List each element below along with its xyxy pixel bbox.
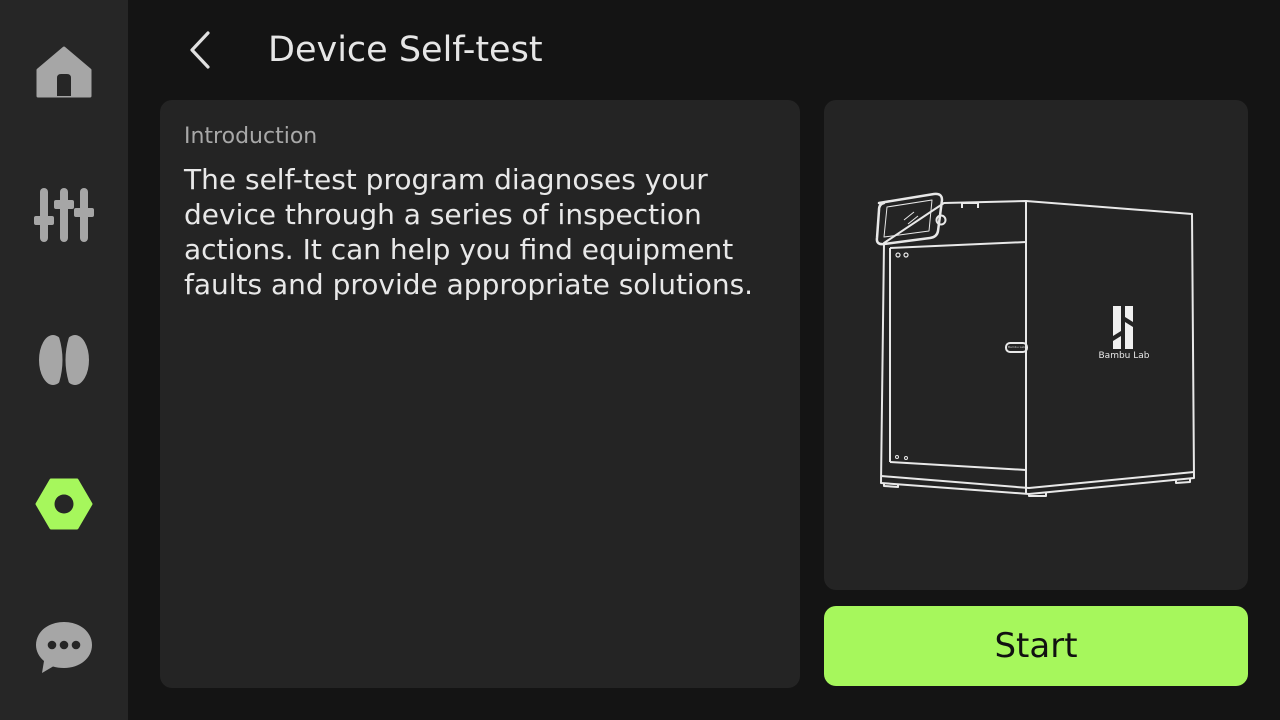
sidebar-item-messages[interactable] xyxy=(0,598,128,698)
intro-heading: Introduction xyxy=(184,124,318,149)
intro-card: Introduction The self-test program diagn… xyxy=(160,100,800,688)
sidebar xyxy=(0,0,128,720)
sidebar-item-filament[interactable] xyxy=(0,310,128,410)
start-button[interactable]: Start xyxy=(824,606,1248,686)
bambu-logo xyxy=(1113,306,1133,349)
sidebar-item-home[interactable] xyxy=(0,22,128,122)
brand-label: Bambu Lab xyxy=(1098,351,1150,361)
intro-body: The self-test program diagnoses your dev… xyxy=(184,163,754,301)
sidebar-item-settings[interactable] xyxy=(0,454,128,554)
controls-icon xyxy=(34,188,94,242)
device-image-card: Bambu Lab Bambu Lab xyxy=(824,100,1248,590)
filament-icon xyxy=(39,335,89,385)
home-icon xyxy=(36,46,92,98)
page-title: Device Self-test xyxy=(268,30,543,70)
door-handle-label: Bambu Lab xyxy=(1008,345,1025,349)
chevron-left-icon xyxy=(190,31,210,69)
printer-illustration xyxy=(875,192,1195,497)
settings-icon xyxy=(35,478,93,530)
back-button[interactable] xyxy=(176,24,224,76)
sidebar-item-controls[interactable] xyxy=(0,165,128,265)
messages-icon xyxy=(36,622,92,673)
